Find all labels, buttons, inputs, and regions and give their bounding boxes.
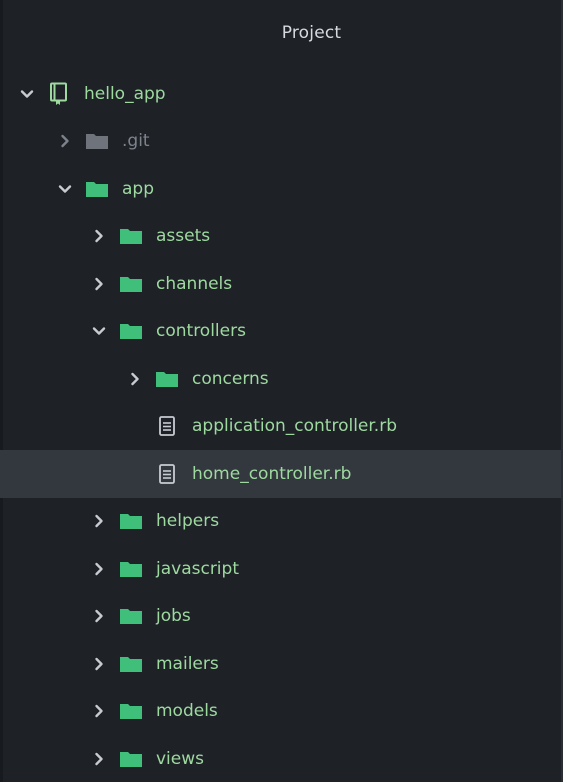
tree-item-label: home_controller.rb — [192, 463, 352, 484]
folder-icon — [118, 510, 144, 532]
file-tree: hello_app .git app assets channels contr… — [0, 70, 561, 782]
tree-item-label: .git — [122, 131, 150, 152]
tree-item-label: jobs — [156, 606, 191, 627]
tree-item-label: concerns — [192, 368, 269, 389]
tree-item-models[interactable]: models — [0, 688, 561, 736]
tree-item-label: channels — [156, 273, 233, 294]
chevron-right-icon[interactable] — [90, 750, 108, 768]
tree-item-label: app — [122, 178, 154, 199]
tree-item-label: views — [156, 748, 205, 769]
file-icon — [154, 463, 180, 485]
chevron-down-icon[interactable] — [18, 85, 36, 103]
chevron-right-icon[interactable] — [90, 607, 108, 625]
folder-icon — [84, 178, 110, 200]
folder-icon — [118, 273, 144, 295]
tree-item-label: hello_app — [84, 83, 166, 104]
project-panel: Project hello_app .git app assets channe… — [0, 0, 563, 782]
tree-item-label: models — [156, 701, 218, 722]
chevron-right-icon[interactable] — [90, 512, 108, 530]
tree-item-jobs[interactable]: jobs — [0, 593, 561, 641]
folder-icon — [118, 700, 144, 722]
tree-item-label: assets — [156, 226, 211, 247]
folder-icon — [118, 748, 144, 770]
folder-icon — [118, 558, 144, 580]
tree-item-javascript[interactable]: javascript — [0, 545, 561, 593]
tree-item-label: controllers — [156, 321, 246, 342]
file-icon — [154, 415, 180, 437]
tree-item-label: helpers — [156, 511, 220, 532]
chevron-right-icon[interactable] — [90, 702, 108, 720]
tree-item-controllers[interactable]: controllers — [0, 308, 561, 356]
tree-item-app[interactable]: app — [0, 165, 561, 213]
chevron-right-icon[interactable] — [56, 132, 74, 150]
tree-item-channels[interactable]: channels — [0, 260, 561, 308]
chevron-right-icon[interactable] — [90, 560, 108, 578]
chevron-right-icon[interactable] — [126, 370, 144, 388]
panel-header: Project — [0, 0, 563, 66]
folder-icon — [154, 368, 180, 390]
tree-item-views[interactable]: views — [0, 735, 561, 782]
tree-item-mailers[interactable]: mailers — [0, 640, 561, 688]
chevron-right-icon[interactable] — [90, 275, 108, 293]
tree-item-git[interactable]: .git — [0, 118, 561, 166]
folder-icon — [84, 130, 110, 152]
tree-item-label: application_controller.rb — [192, 416, 397, 437]
chevron-down-icon[interactable] — [56, 180, 74, 198]
tree-item-helpers[interactable]: helpers — [0, 498, 561, 546]
folder-icon — [118, 320, 144, 342]
chevron-right-icon[interactable] — [90, 227, 108, 245]
tree-item-hello-app[interactable]: hello_app — [0, 70, 561, 118]
tree-item-home-controller[interactable]: home_controller.rb — [0, 450, 561, 498]
tree-item-concerns[interactable]: concerns — [0, 355, 561, 403]
tree-item-label: mailers — [156, 653, 219, 674]
folder-icon — [118, 605, 144, 627]
chevron-down-icon[interactable] — [90, 322, 108, 340]
tree-item-application-controller[interactable]: application_controller.rb — [0, 403, 561, 451]
repo-icon — [46, 82, 72, 105]
chevron-right-icon[interactable] — [90, 655, 108, 673]
folder-icon — [118, 653, 144, 675]
tree-item-label: javascript — [156, 558, 239, 579]
tree-item-assets[interactable]: assets — [0, 213, 561, 261]
folder-icon — [118, 225, 144, 247]
panel-title: Project — [281, 23, 342, 43]
